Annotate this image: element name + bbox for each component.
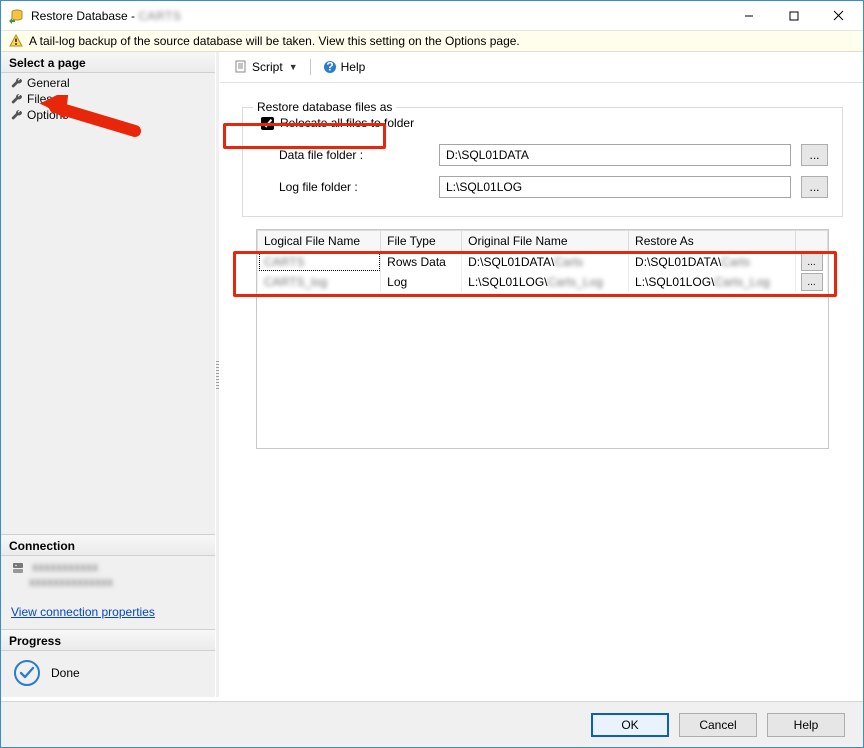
restore-icon <box>9 8 25 24</box>
help-button[interactable]: ? Help <box>319 58 370 76</box>
col-logical[interactable]: Logical File Name <box>258 231 381 252</box>
select-page-header: Select a page <box>1 52 215 73</box>
cancel-button[interactable]: Cancel <box>679 713 757 737</box>
relocate-checkbox[interactable] <box>261 117 274 130</box>
data-folder-label: Data file folder : <box>279 148 429 162</box>
toolbar-strip: Script ▼ ? Help <box>220 52 863 83</box>
log-folder-input[interactable] <box>439 176 791 198</box>
help-label: Help <box>341 60 366 74</box>
progress-body: Done <box>1 651 215 697</box>
progress-status: Done <box>51 666 80 680</box>
relocate-label: Relocate all files to folder <box>280 116 414 130</box>
log-browse-button[interactable]: ... <box>801 176 828 198</box>
close-button[interactable] <box>816 2 861 30</box>
col-action <box>796 231 828 252</box>
ok-button[interactable]: OK <box>591 713 669 737</box>
chevron-down-icon: ▼ <box>289 62 298 72</box>
script-dropdown[interactable]: Script ▼ <box>230 58 302 76</box>
data-folder-input[interactable] <box>439 144 791 166</box>
left-pane: Select a page General Files Options Conn… <box>1 52 215 697</box>
row-browse-button[interactable]: ... <box>801 253 823 271</box>
log-folder-row: Log file folder : ... <box>257 172 828 204</box>
files-table: Logical File Name File Type Original Fil… <box>256 229 829 449</box>
table-row[interactable]: CARTS Rows Data D:\SQL01DATA\Carts D:\SQ… <box>258 252 828 273</box>
script-label: Script <box>252 60 283 74</box>
data-browse-button[interactable]: ... <box>801 144 828 166</box>
maximize-button[interactable] <box>771 2 816 30</box>
view-connection-link[interactable]: View connection properties <box>11 605 155 619</box>
col-filetype[interactable]: File Type <box>381 231 462 252</box>
titlebar: Restore Database - CARTS <box>1 1 863 31</box>
svg-text:?: ? <box>326 60 333 73</box>
progress-header: Progress <box>1 630 215 651</box>
page-general[interactable]: General <box>1 75 215 91</box>
page-files[interactable]: Files <box>1 91 215 107</box>
page-label: General <box>27 76 70 90</box>
restore-files-group: Restore database files as Relocate all f… <box>242 107 843 217</box>
row-browse-button[interactable]: ... <box>801 273 823 291</box>
wrench-icon <box>11 77 23 89</box>
group-legend: Restore database files as <box>253 100 396 114</box>
wrench-icon <box>11 109 23 121</box>
page-label: Options <box>27 108 68 122</box>
page-options[interactable]: Options <box>1 107 215 123</box>
right-pane: Script ▼ ? Help Restore database files a… <box>220 52 863 697</box>
col-restoreas[interactable]: Restore As <box>629 231 796 252</box>
script-icon <box>234 60 248 74</box>
page-label: Files <box>27 92 52 106</box>
warning-bar: A tail-log backup of the source database… <box>1 31 863 52</box>
relocate-checkbox-row[interactable]: Relocate all files to folder <box>257 116 828 140</box>
col-original[interactable]: Original File Name <box>462 231 629 252</box>
done-check-icon <box>13 659 41 687</box>
connection-header: Connection <box>1 535 215 556</box>
help-button[interactable]: Help <box>767 713 845 737</box>
log-folder-label: Log file folder : <box>279 180 429 194</box>
separator <box>310 59 311 75</box>
minimize-button[interactable] <box>726 2 771 30</box>
data-folder-row: Data file folder : ... <box>257 140 828 172</box>
warning-text: A tail-log backup of the source database… <box>29 34 520 48</box>
connection-info: xxxxxxxxxxx xxxxxxxxxxxxxx <box>1 556 215 601</box>
warning-icon <box>9 34 23 48</box>
wrench-icon <box>11 93 23 105</box>
table-row[interactable]: CARTS_log Log L:\SQL01LOG\Carts_Log L:\S… <box>258 272 828 292</box>
server-icon <box>11 561 25 575</box>
help-icon: ? <box>323 60 337 74</box>
window-title: Restore Database - CARTS <box>31 9 726 23</box>
button-bar: OK Cancel Help <box>1 701 863 747</box>
